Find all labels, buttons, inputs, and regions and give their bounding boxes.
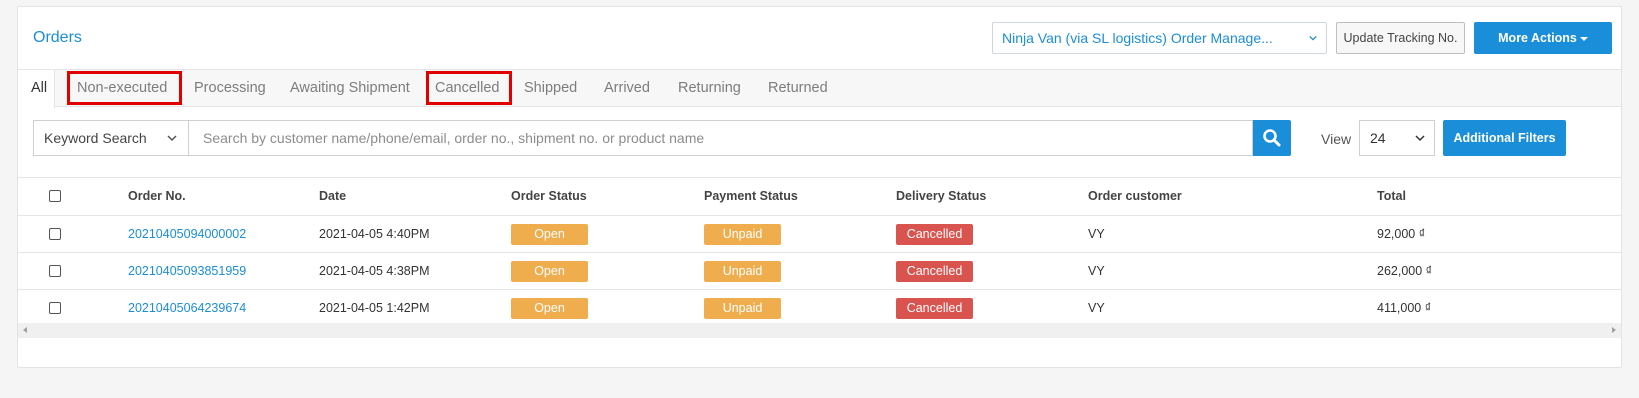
column-header-payment-status[interactable]: Payment Status [704, 178, 798, 215]
tab-arrived[interactable]: Arrived [604, 70, 650, 106]
column-header-order-no[interactable]: Order No. [128, 178, 186, 215]
highlight-box-cancelled [426, 71, 512, 105]
order-number-link[interactable]: 20210405094000002 [128, 216, 246, 252]
scroll-left-icon[interactable] [23, 327, 27, 333]
column-header-order-customer[interactable]: Order customer [1088, 178, 1182, 215]
row-checkbox[interactable] [49, 302, 61, 314]
page-title: Orders [33, 29, 82, 46]
more-actions-label: More Actions [1498, 31, 1577, 45]
chevron-down-icon [167, 135, 177, 142]
delivery-status-badge: Cancelled [896, 261, 973, 282]
view-label: View [1321, 131, 1352, 147]
tab-processing[interactable]: Processing [194, 70, 266, 106]
caret-down-icon [1579, 36, 1588, 41]
table-row[interactable]: 20210405094000002 2021-04-05 4:40PM Open… [18, 216, 1621, 253]
page-header: Orders Ninja Van (via SL logistics) Orde… [18, 7, 1621, 69]
order-date: 2021-04-05 4:38PM [319, 264, 430, 278]
orders-table: Order No. Date Order Status Payment Stat… [18, 177, 1621, 327]
payment-status-badge: Unpaid [704, 224, 781, 245]
column-header-total[interactable]: Total [1377, 178, 1406, 215]
payment-status-badge: Unpaid [704, 261, 781, 282]
channel-select[interactable]: Ninja Van (via SL logistics) Order Manag… [992, 22, 1327, 54]
search-icon [1263, 129, 1281, 147]
order-customer: VY [1088, 301, 1105, 315]
order-date: 2021-04-05 1:42PM [319, 301, 430, 315]
view-count-select[interactable]: 24 [1359, 120, 1435, 156]
tab-all[interactable]: All [18, 70, 55, 108]
column-header-date[interactable]: Date [319, 178, 346, 215]
order-total: 411,000 ₫ [1377, 301, 1432, 315]
delivery-status-badge: Cancelled [896, 224, 973, 245]
order-status-badge: Open [511, 224, 588, 245]
table-row[interactable]: 20210405093851959 2021-04-05 4:38PM Open… [18, 253, 1621, 290]
tab-shipped[interactable]: Shipped [524, 70, 577, 106]
order-total: 262,000 ₫ [1377, 264, 1433, 278]
status-tabs: All Non-executed Processing Awaiting Shi… [18, 69, 1621, 108]
chevron-down-icon [1415, 135, 1425, 142]
order-customer: VY [1088, 264, 1105, 278]
scroll-right-icon[interactable] [1612, 327, 1616, 333]
order-customer: VY [1088, 227, 1105, 241]
order-status-badge: Open [511, 298, 588, 319]
highlight-box-non-executed [67, 71, 182, 105]
tab-returning[interactable]: Returning [678, 70, 741, 106]
horizontal-scrollbar[interactable] [18, 323, 1621, 338]
update-tracking-button[interactable]: Update Tracking No. [1336, 22, 1465, 54]
order-status-badge: Open [511, 261, 588, 282]
row-checkbox[interactable] [49, 228, 61, 240]
column-header-order-status[interactable]: Order Status [511, 178, 587, 215]
search-bar: Keyword Search View 24 Additional Filter… [18, 107, 1621, 177]
order-number-link[interactable]: 20210405064239674 [128, 290, 246, 326]
tab-returned[interactable]: Returned [768, 70, 828, 106]
select-all-checkbox[interactable] [49, 190, 61, 202]
payment-status-badge: Unpaid [704, 298, 781, 319]
search-button[interactable] [1253, 120, 1291, 156]
keyword-search-select[interactable]: Keyword Search [33, 120, 188, 156]
order-date: 2021-04-05 4:40PM [319, 227, 430, 241]
delivery-status-badge: Cancelled [896, 298, 973, 319]
search-input[interactable] [188, 120, 1253, 156]
table-header-row: Order No. Date Order Status Payment Stat… [18, 178, 1621, 216]
additional-filters-button[interactable]: Additional Filters [1443, 120, 1566, 156]
column-header-delivery-status[interactable]: Delivery Status [896, 178, 986, 215]
view-count-value: 24 [1370, 130, 1386, 146]
more-actions-button[interactable]: More Actions [1474, 22, 1612, 54]
table-row[interactable]: 20210405064239674 2021-04-05 1:42PM Open… [18, 290, 1621, 327]
channel-select-value: Ninja Van (via SL logistics) Order Manag… [1002, 30, 1273, 46]
order-total: 92,000 ₫ [1377, 227, 1426, 241]
keyword-search-value: Keyword Search [44, 130, 147, 146]
orders-panel: Orders Ninja Van (via SL logistics) Orde… [17, 6, 1622, 368]
order-number-link[interactable]: 20210405093851959 [128, 253, 246, 289]
tab-awaiting-shipment[interactable]: Awaiting Shipment [290, 70, 410, 106]
row-checkbox[interactable] [49, 265, 61, 277]
chevron-down-icon [1309, 35, 1317, 41]
